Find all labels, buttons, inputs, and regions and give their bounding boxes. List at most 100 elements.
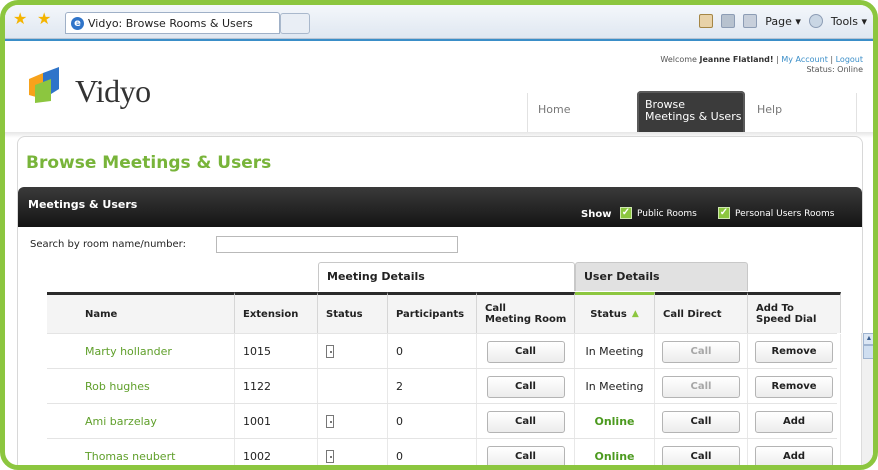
call-direct-cell: Call xyxy=(655,334,748,369)
call-room-cell: Call xyxy=(477,369,575,404)
add-speed-dial-button[interactable]: Add xyxy=(755,410,833,433)
call-meeting-room-button[interactable]: Call xyxy=(486,340,565,363)
room-status-cell xyxy=(318,369,388,404)
participants-cell: 2 xyxy=(388,369,477,404)
logout-link[interactable]: Logout xyxy=(836,55,863,64)
table-scrollbar[interactable]: ▲ xyxy=(861,333,873,465)
col-call-room-line1: Call xyxy=(485,303,506,314)
col-user-status[interactable]: Status ▲ xyxy=(575,292,655,333)
welcome-prefix: Welcome xyxy=(660,55,697,64)
scrollbar-thumb[interactable] xyxy=(863,345,873,359)
tools-gear-icon xyxy=(808,14,823,28)
col-call-direct[interactable]: Call Direct xyxy=(655,292,748,333)
room-status-cell xyxy=(318,439,388,465)
remove-speed-dial-button[interactable]: Remove xyxy=(755,375,833,398)
nav-help[interactable]: Help xyxy=(747,93,857,135)
window-frame: ★ ★ e Vidyo: Browse Rooms & Users Page ▾… xyxy=(0,0,878,470)
personal-rooms-label: Personal Users Rooms xyxy=(735,209,835,219)
call-direct-cell: Call xyxy=(655,369,748,404)
search-row: Search by room name/number: xyxy=(18,227,862,259)
col-speed-dial[interactable]: Add To Speed Dial xyxy=(748,292,841,333)
col-participants[interactable]: Participants xyxy=(388,292,477,333)
tools-menu[interactable]: Tools ▾ xyxy=(831,15,867,28)
speed-dial-cell: Add xyxy=(748,439,841,465)
meeting-details-header: Meeting Details xyxy=(318,262,575,291)
call-direct-cell: Call xyxy=(655,439,748,465)
command-bar: Page ▾ Tools ▾ xyxy=(699,14,867,28)
table-row: Thomas neubert 1002 0 Call Online Call A… xyxy=(47,438,841,465)
personal-rooms-checkbox[interactable]: ✓ xyxy=(718,207,730,219)
call-meeting-room-button[interactable]: Call xyxy=(486,445,565,465)
show-label: Show xyxy=(581,209,612,220)
col-speed-line2: Speed Dial xyxy=(756,314,817,325)
col-user-status-label: Status xyxy=(590,308,627,320)
my-account-link[interactable]: My Account xyxy=(781,55,827,64)
nav-home[interactable]: Home xyxy=(527,93,635,135)
table-row: Ami barzelay 1001 0 Call Online Call Add xyxy=(47,403,841,439)
call-room-cell: Call xyxy=(477,334,575,369)
users-table: Name Extension Status Participants Call M… xyxy=(35,292,873,465)
scroll-up-arrow-icon[interactable]: ▲ xyxy=(863,333,873,345)
user-name-link[interactable]: Marty hollander xyxy=(47,334,235,369)
user-status-cell: Online xyxy=(575,404,655,439)
call-direct-button[interactable]: Call xyxy=(662,410,740,433)
participants-cell: 0 xyxy=(388,334,477,369)
call-room-cell: Call xyxy=(477,404,575,439)
col-status[interactable]: Status xyxy=(318,292,388,333)
new-tab-button[interactable] xyxy=(280,13,310,34)
browser-tab-title: Vidyo: Browse Rooms & Users xyxy=(88,17,253,30)
user-name-link[interactable]: Ami barzelay xyxy=(47,404,235,439)
user-name-link[interactable]: Rob hughes xyxy=(47,369,235,404)
add-speed-dial-button[interactable]: Add xyxy=(755,445,833,465)
user-name: Jeanne Flatland! xyxy=(699,55,774,64)
page-title: Browse Meetings & Users xyxy=(26,153,272,173)
extension-cell: 1015 xyxy=(235,334,318,369)
room-door-icon xyxy=(326,345,334,358)
speed-dial-cell: Add xyxy=(748,404,841,439)
room-door-icon xyxy=(326,450,334,463)
room-door-icon xyxy=(326,415,334,428)
room-status-cell xyxy=(318,404,388,439)
home-icon[interactable] xyxy=(699,14,714,28)
user-details-header: User Details xyxy=(575,262,748,291)
remove-speed-dial-button[interactable]: Remove xyxy=(755,340,833,363)
nav-browse-line2: Meetings & Users xyxy=(645,110,742,123)
col-extension[interactable]: Extension xyxy=(235,292,318,333)
public-rooms-label: Public Rooms xyxy=(637,209,697,219)
participants-cell: 0 xyxy=(388,439,477,465)
extension-cell: 1001 xyxy=(235,404,318,439)
call-direct-button[interactable]: Call xyxy=(662,340,740,363)
user-status: Status: Online xyxy=(806,65,863,74)
favorites-star-icon[interactable]: ★ xyxy=(13,12,27,28)
print-icon[interactable] xyxy=(743,14,758,28)
public-rooms-checkbox[interactable]: ✓ xyxy=(620,207,632,219)
call-direct-button[interactable]: Call xyxy=(662,445,740,465)
site-header: Vidyo Welcome Jeanne Flatland! | My Acco… xyxy=(5,41,873,135)
call-direct-button[interactable]: Call xyxy=(662,375,740,398)
sort-asc-icon: ▲ xyxy=(631,308,639,319)
room-status-cell xyxy=(318,334,388,369)
page-menu[interactable]: Page ▾ xyxy=(765,15,801,28)
col-call-meeting-room[interactable]: Call Meeting Room xyxy=(477,292,575,333)
call-meeting-room-button[interactable]: Call xyxy=(486,410,565,433)
speed-dial-cell: Remove xyxy=(748,369,841,404)
col-name[interactable]: Name xyxy=(47,292,235,333)
col-speed-line1: Add To xyxy=(756,303,794,314)
feeds-icon[interactable] xyxy=(721,14,736,28)
call-meeting-room-button[interactable]: Call xyxy=(486,375,565,398)
user-info: Welcome Jeanne Flatland! | My Account | … xyxy=(660,55,863,74)
ie-page-icon: e xyxy=(71,17,84,30)
search-input[interactable] xyxy=(216,236,458,253)
user-status-cell: In Meeting xyxy=(575,369,655,404)
add-favorites-icon[interactable]: ★ xyxy=(37,12,51,28)
nav-browse[interactable]: Browse Meetings & Users xyxy=(637,91,745,135)
user-status-cell: In Meeting xyxy=(575,334,655,369)
browser-tab[interactable]: e Vidyo: Browse Rooms & Users xyxy=(65,12,280,34)
search-label: Search by room name/number: xyxy=(30,239,186,250)
panel-header: Meetings & Users Show ✓ Public Rooms ✓ P… xyxy=(18,187,862,227)
panel-title: Meetings & Users xyxy=(28,198,138,211)
vidyo-logo-text: Vidyo xyxy=(75,73,151,109)
extension-cell: 1002 xyxy=(235,439,318,465)
user-name-link[interactable]: Thomas neubert xyxy=(47,439,235,465)
extension-cell: 1122 xyxy=(235,369,318,404)
